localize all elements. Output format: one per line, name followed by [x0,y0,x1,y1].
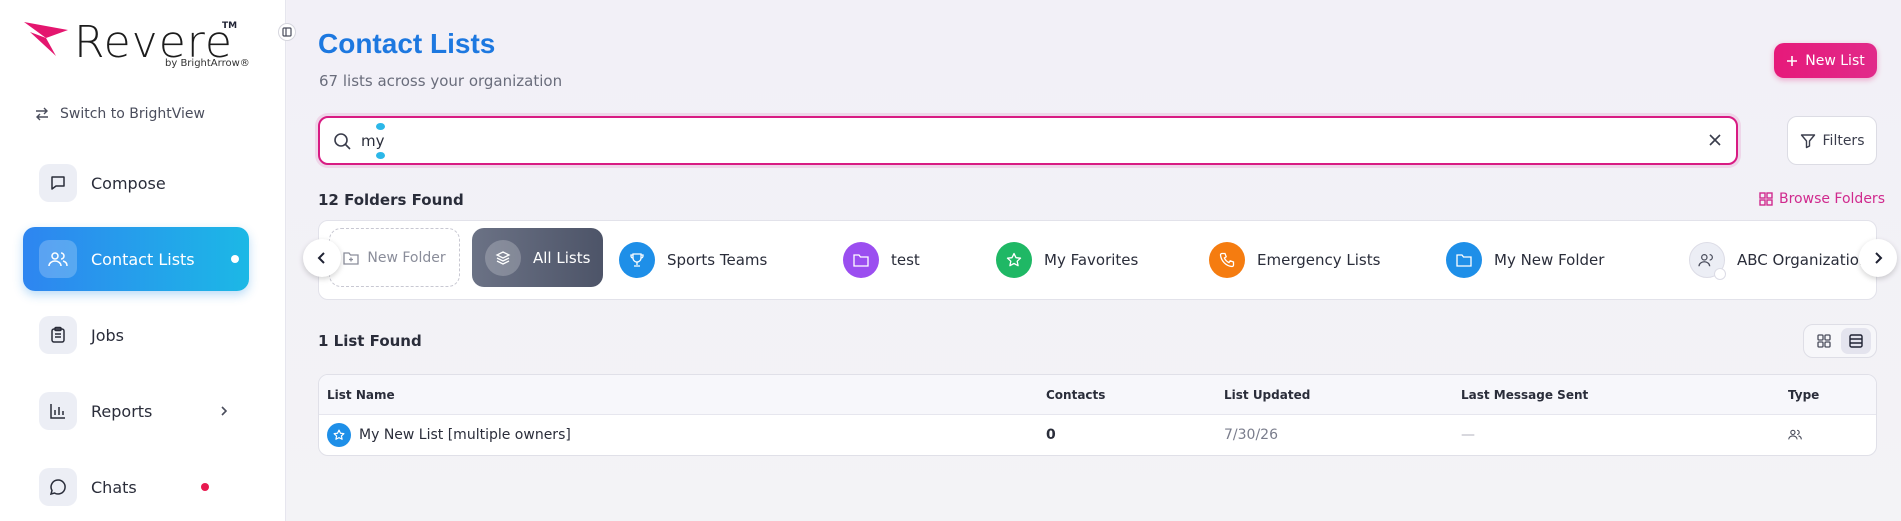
sidebar-item-jobs[interactable]: Jobs [23,303,249,367]
column-header-contacts[interactable]: Contacts [1046,388,1105,402]
folder-plus-icon [343,251,360,265]
new-folder-label: New Folder [367,249,446,266]
layers-icon [485,239,521,276]
chat-square-icon [39,164,77,202]
page-title: Contact Lists [318,28,496,59]
revere-logo-mark-icon [24,22,68,56]
contact-lists-table: List Name Contacts List Updated Last Mes… [318,374,1877,456]
column-header-list-name[interactable]: List Name [327,388,395,402]
search-input[interactable] [361,131,1661,150]
folder-chip-emergency-lists[interactable]: Emergency Lists [1209,242,1380,278]
plus-icon [1787,55,1798,66]
sidebar-collapse-button[interactable] [278,23,296,41]
users-icon [39,240,77,278]
folders-count: 12 Folders Found [318,191,464,209]
folder-chip-label: ABC Organization [1737,251,1869,269]
folder-icon [843,242,879,278]
grid-view-button[interactable] [1809,328,1839,354]
chevron-right-icon [1875,252,1883,264]
folder-chip-label: Sports Teams [667,251,768,269]
folder-chip-sports-teams[interactable]: Sports Teams [619,242,767,278]
folder-strip: New Folder All Lists Sports Teams test M… [318,220,1877,300]
new-list-button[interactable]: New List [1774,43,1877,78]
grid-icon [1817,334,1831,348]
star-icon [327,423,351,447]
new-list-label: New List [1805,52,1865,69]
sidebar-item-contact-lists[interactable]: Contact Lists [23,227,249,291]
switch-arrows-icon [36,107,48,121]
sidebar-item-label: Contact Lists [91,249,195,269]
users-lock-icon [1689,242,1726,280]
last-sent-cell: — [1461,427,1475,443]
sidebar-item-label: Chats [91,477,137,497]
column-header-type[interactable]: Type [1788,388,1819,402]
list-name-cell[interactable]: My New List [multiple owners] [359,427,571,443]
clipboard-icon [39,316,77,354]
folders-scroll-right-button[interactable] [1859,239,1897,277]
switch-to-brightview-link[interactable]: Switch to BrightView [34,106,205,122]
grid-icon [1759,192,1773,206]
lists-count: 1 List Found [318,332,422,350]
folder-chip-abc-organization[interactable]: ABC Organization [1689,242,1869,280]
column-header-list-updated[interactable]: List Updated [1224,388,1310,402]
users-icon [1788,429,1802,440]
brand-tm: TM [222,21,238,31]
filter-icon [1800,133,1815,148]
folder-chip-label: test [891,251,920,269]
browse-folders-link[interactable]: Browse Folders [1759,191,1885,207]
sidebar-item-compose[interactable]: Compose [23,151,249,215]
caret-handle-bottom [376,152,385,159]
filters-button[interactable]: Filters [1787,116,1877,165]
bar-chart-icon [39,392,77,430]
caret-handle-top [376,123,385,130]
chat-bubble-icon [39,468,77,506]
folder-chip-my-new-folder[interactable]: My New Folder [1446,242,1604,278]
all-lists-chip[interactable]: All Lists [472,228,603,287]
chats-unread-badge [201,483,209,491]
folder-icon [1446,242,1482,278]
folder-chip-test[interactable]: test [843,242,920,278]
trophy-icon [619,242,655,278]
contacts-cell: 0 [1046,427,1056,443]
main-content: Contact Lists 67 lists across your organ… [287,0,1901,521]
close-icon[interactable] [1708,133,1722,147]
switch-label: Switch to BrightView [60,106,205,122]
folder-chip-label: Emergency Lists [1257,251,1381,269]
table-row[interactable]: My New List [multiple owners] 0 7/30/26 … [319,415,1876,455]
folders-scroll-left-button[interactable] [303,239,341,277]
sidebar-item-label: Compose [91,173,166,193]
sidebar-item-chats[interactable]: Chats [23,455,249,519]
star-icon [996,242,1032,278]
folder-chip-my-favorites[interactable]: My Favorites [996,242,1138,278]
active-indicator [231,255,239,263]
view-toggle [1803,324,1877,358]
chevron-left-icon [317,252,325,264]
brand-byline: by BrightArrow® [165,58,250,69]
new-folder-button[interactable]: New Folder [329,228,460,287]
sidebar-item-label: Reports [91,401,153,421]
phone-icon [1209,242,1245,278]
search-icon [334,132,351,150]
sidebar: Revere TM by BrightArrow® Switch to Brig… [0,0,286,521]
folder-chip-label: My Favorites [1044,251,1139,269]
brand-logo[interactable]: Revere TM by BrightArrow® [22,18,262,78]
search-box[interactable] [318,116,1738,165]
all-lists-label: All Lists [533,248,591,267]
sidebar-collapse-icon [282,27,292,37]
column-header-last-message-sent[interactable]: Last Message Sent [1461,388,1588,402]
browse-folders-label: Browse Folders [1779,191,1885,207]
table-header: List Name Contacts List Updated Last Mes… [319,375,1876,415]
page-subtitle: 67 lists across your organization [319,72,563,90]
folder-chip-label: My New Folder [1494,251,1605,269]
sidebar-item-label: Jobs [91,325,124,345]
filters-label: Filters [1822,132,1865,149]
chevron-right-icon [221,406,228,416]
table-icon [1849,334,1863,348]
sidebar-item-reports[interactable]: Reports [23,379,249,443]
table-view-button[interactable] [1841,328,1871,354]
updated-cell: 7/30/26 [1224,427,1278,443]
